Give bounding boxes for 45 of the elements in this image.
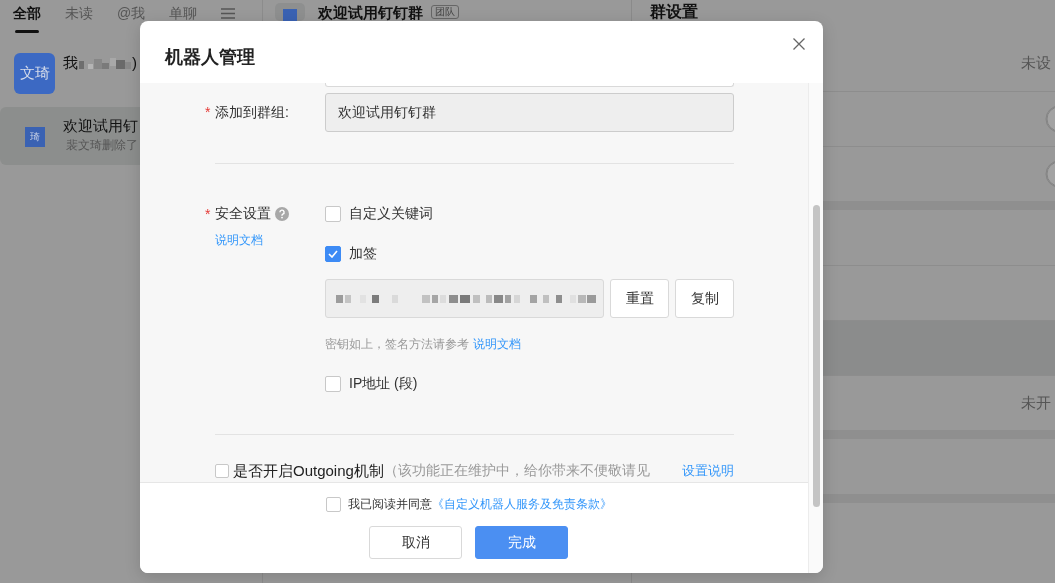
terms-link[interactable]: 《自定义机器人服务及免责条款》 (431, 497, 612, 511)
option-label: 是否开启Outgoing机制 (233, 461, 384, 481)
chat-filter-tab[interactable]: 全部 (13, 5, 41, 33)
option-note: （该功能正在维护中，给你带来不便敬请见 (383, 462, 650, 480)
chat-filter-tab[interactable]: @我 (117, 5, 146, 33)
help-icon[interactable] (275, 207, 289, 221)
menu-icon[interactable] (221, 8, 236, 19)
toggle-switch[interactable] (1045, 105, 1055, 133)
secret-field[interactable] (325, 279, 604, 318)
primary-button[interactable]: 完成 (475, 526, 568, 559)
scrollbar-thumb[interactable] (812, 205, 820, 507)
chat-filter-tab[interactable]: 未读 (65, 5, 93, 33)
field-label: 安全设置 (215, 205, 271, 223)
required-mark: * (205, 206, 212, 222)
toggle-switch[interactable] (1045, 160, 1055, 188)
setting-value: 未开 (1021, 393, 1051, 413)
group-avatar: 琦 (24, 126, 45, 147)
checkmark-icon (328, 250, 338, 258)
checkbox[interactable] (325, 376, 341, 392)
help-link[interactable]: 设置说明 (682, 462, 734, 480)
option-label: 加签 (349, 245, 377, 263)
agreement-text: 我已阅读并同意《自定义机器人服务及免责条款》 (347, 496, 612, 513)
doc-link[interactable]: 说明文档 (215, 231, 263, 249)
chat-name: 我 (63, 53, 78, 73)
team-tag: 团队 (431, 5, 459, 19)
chat-title: 欢迎试用钉钉群 (318, 3, 423, 21)
close-icon[interactable] (793, 38, 805, 50)
checkbox[interactable] (215, 464, 229, 478)
doc-link[interactable]: 说明文档 (473, 337, 521, 351)
key-action-button[interactable]: 复制 (675, 279, 734, 318)
secondary-button[interactable]: 取消 (369, 526, 462, 559)
hint-text: 密钥如上，签名方法请参考 说明文档 (325, 337, 521, 351)
chat-name: 欢迎试用钉 (63, 116, 138, 136)
checkbox[interactable] (325, 246, 341, 262)
setting-value: 未设 (1021, 54, 1051, 73)
checkbox[interactable] (325, 206, 341, 222)
option-label: IP地址 (段) (349, 375, 418, 393)
option-label: 自定义关键词 (349, 205, 433, 223)
key-action-button[interactable]: 重置 (610, 279, 669, 318)
group-avatar-icon (275, 3, 305, 21)
dialog-title: 机器人管理 (165, 46, 255, 69)
user-avatar: 文琦 (14, 53, 55, 94)
checkbox[interactable] (325, 496, 341, 512)
chat-name-suffix: ) (132, 53, 137, 73)
panel-title: 群设置 (650, 3, 698, 20)
